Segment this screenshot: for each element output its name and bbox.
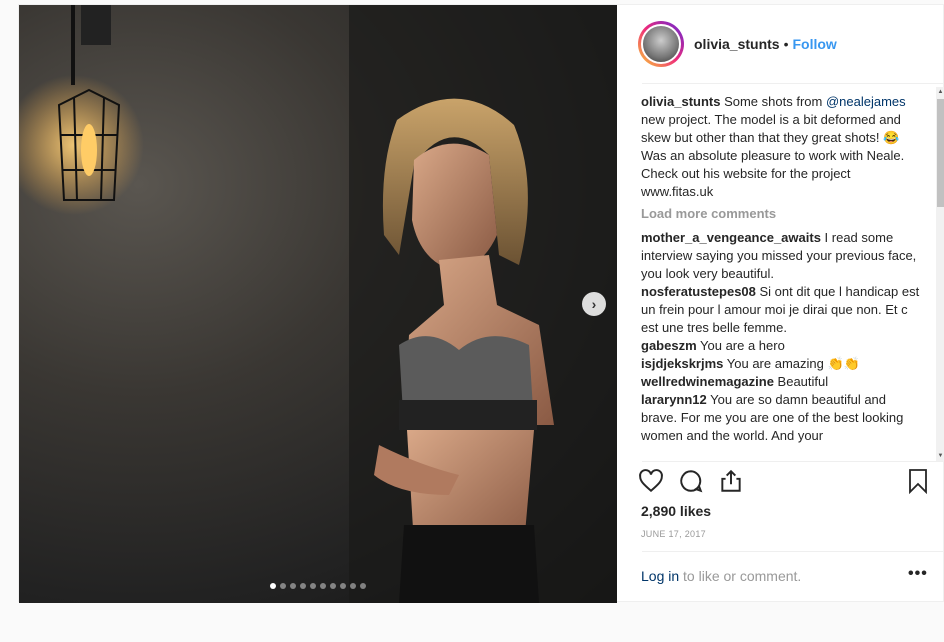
follow-button[interactable]: Follow <box>793 36 837 52</box>
comment: lararynn12 You are so damn beautiful and… <box>641 391 921 445</box>
comment: mother_a_vengeance_awaits I read some in… <box>641 229 921 283</box>
caption-username[interactable]: olivia_stunts <box>641 94 720 109</box>
next-photo-button[interactable]: › <box>582 292 606 316</box>
carousel-dot <box>320 583 326 589</box>
carousel-dot <box>290 583 296 589</box>
scroll-down-arrow-icon[interactable]: ▼ <box>936 451 944 461</box>
comment-username[interactable]: isjdjekskrjms <box>641 356 723 371</box>
header-divider <box>642 83 944 84</box>
comment: nosferatustepes08 Si ont dit que l handi… <box>641 283 921 337</box>
caption-text-a: Some shots from <box>720 94 826 109</box>
login-prompt-text: to like or comment. <box>679 568 802 584</box>
avatar-image <box>641 24 681 64</box>
photo-illustration <box>19 5 617 603</box>
more-options-button[interactable]: ••• <box>908 565 928 583</box>
header-separator: • <box>783 36 789 52</box>
action-bar <box>638 468 928 498</box>
comment-text: Beautiful <box>773 374 829 389</box>
carousel-dot <box>310 583 316 589</box>
comment: gabeszm You are a hero <box>641 337 921 355</box>
carousel-dot <box>300 583 306 589</box>
carousel-indicator <box>19 583 617 589</box>
caption: olivia_stunts Some shots from @nealejame… <box>641 93 921 201</box>
post-sidebar: olivia_stunts • Follow olivia_stunts Som… <box>618 5 944 603</box>
carousel-dot <box>330 583 336 589</box>
comment-text: You are a hero <box>696 338 785 353</box>
load-more-comments[interactable]: Load more comments <box>641 205 921 223</box>
comment: wellredwinemagazine Beautiful <box>641 373 921 391</box>
comment-username[interactable]: wellredwinemagazine <box>641 374 774 389</box>
bookmark-icon[interactable] <box>906 468 930 494</box>
carousel-dot <box>270 583 276 589</box>
caption-mention[interactable]: @nealejames <box>826 94 906 109</box>
carousel-dot <box>280 583 286 589</box>
comments-list: olivia_stunts Some shots from @nealejame… <box>641 93 921 457</box>
comment-username[interactable]: lararynn12 <box>641 392 707 407</box>
post-header: olivia_stunts • Follow <box>618 5 944 83</box>
comment: isjdjekskrjms You are amazing 👏👏 <box>641 355 921 373</box>
heart-icon[interactable] <box>638 468 664 494</box>
share-icon[interactable] <box>718 468 744 494</box>
post-card: › olivia_stunts • Follow olivia_stunts S… <box>18 4 944 603</box>
comment-username[interactable]: gabeszm <box>641 338 697 353</box>
carousel-dot <box>360 583 366 589</box>
login-prompt: Log in to like or comment. <box>641 568 801 584</box>
footer-divider <box>642 551 944 552</box>
comments-scrollbar[interactable]: ▲ ▼ <box>936 87 944 461</box>
carousel-dot <box>340 583 346 589</box>
comment-text: You are amazing 👏👏 <box>723 356 860 371</box>
caption-text-b: new project. The model is a bit deformed… <box>641 112 905 199</box>
scrollbar-thumb[interactable] <box>937 99 944 207</box>
comment-icon[interactable] <box>678 468 704 494</box>
comment-username[interactable]: nosferatustepes08 <box>641 284 756 299</box>
header-username[interactable]: olivia_stunts <box>694 36 780 52</box>
comment-username[interactable]: mother_a_vengeance_awaits <box>641 230 821 245</box>
avatar[interactable] <box>638 21 684 67</box>
likes-count[interactable]: 2,890 likes <box>641 503 711 519</box>
login-link[interactable]: Log in <box>641 568 679 584</box>
post-date[interactable]: JUNE 17, 2017 <box>641 529 706 539</box>
comments-divider <box>642 461 944 462</box>
carousel-dot <box>350 583 356 589</box>
post-photo[interactable]: › <box>19 5 617 603</box>
scroll-up-arrow-icon[interactable]: ▲ <box>936 87 944 97</box>
